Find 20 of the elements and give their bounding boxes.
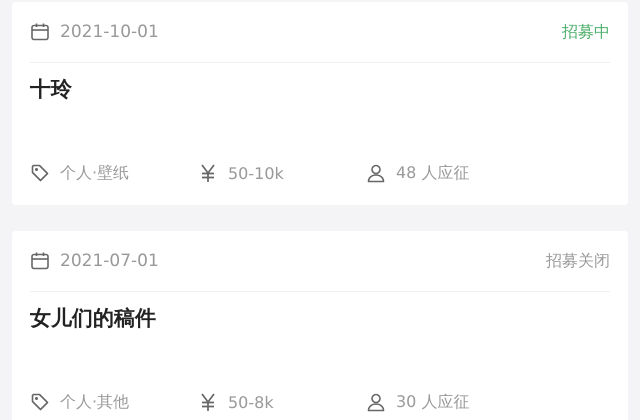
category-label: 个人·壁纸 bbox=[60, 162, 130, 184]
person-icon bbox=[366, 163, 386, 183]
calendar-icon bbox=[30, 22, 50, 42]
recruit-status: 招募关闭 bbox=[546, 250, 610, 272]
job-card[interactable]: 2021-07-01 招募关闭 女儿们的稿件 个人·其他 50-8k 30 人应征 bbox=[12, 231, 628, 420]
post-date: 2021-10-01 bbox=[60, 22, 159, 42]
recruit-status: 招募中 bbox=[562, 22, 610, 42]
tag-icon bbox=[30, 392, 50, 412]
applicant-count: 48 人应征 bbox=[396, 162, 470, 184]
job-title: 女儿们的稿件 bbox=[30, 305, 157, 332]
applicant-count: 30 人应征 bbox=[396, 392, 470, 412]
category-label: 个人·其他 bbox=[60, 392, 130, 412]
budget-range: 50-8k bbox=[228, 392, 274, 412]
calendar-icon bbox=[30, 251, 50, 271]
job-title: 十玲 bbox=[30, 76, 73, 103]
job-card[interactable]: 2021-10-01 招募中 十玲 个人·壁纸 50-10k 48 人应征 bbox=[12, 2, 628, 205]
person-icon bbox=[366, 392, 386, 412]
budget-range: 50-10k bbox=[228, 164, 284, 182]
tag-icon bbox=[30, 163, 50, 183]
post-date: 2021-07-01 bbox=[60, 251, 159, 271]
